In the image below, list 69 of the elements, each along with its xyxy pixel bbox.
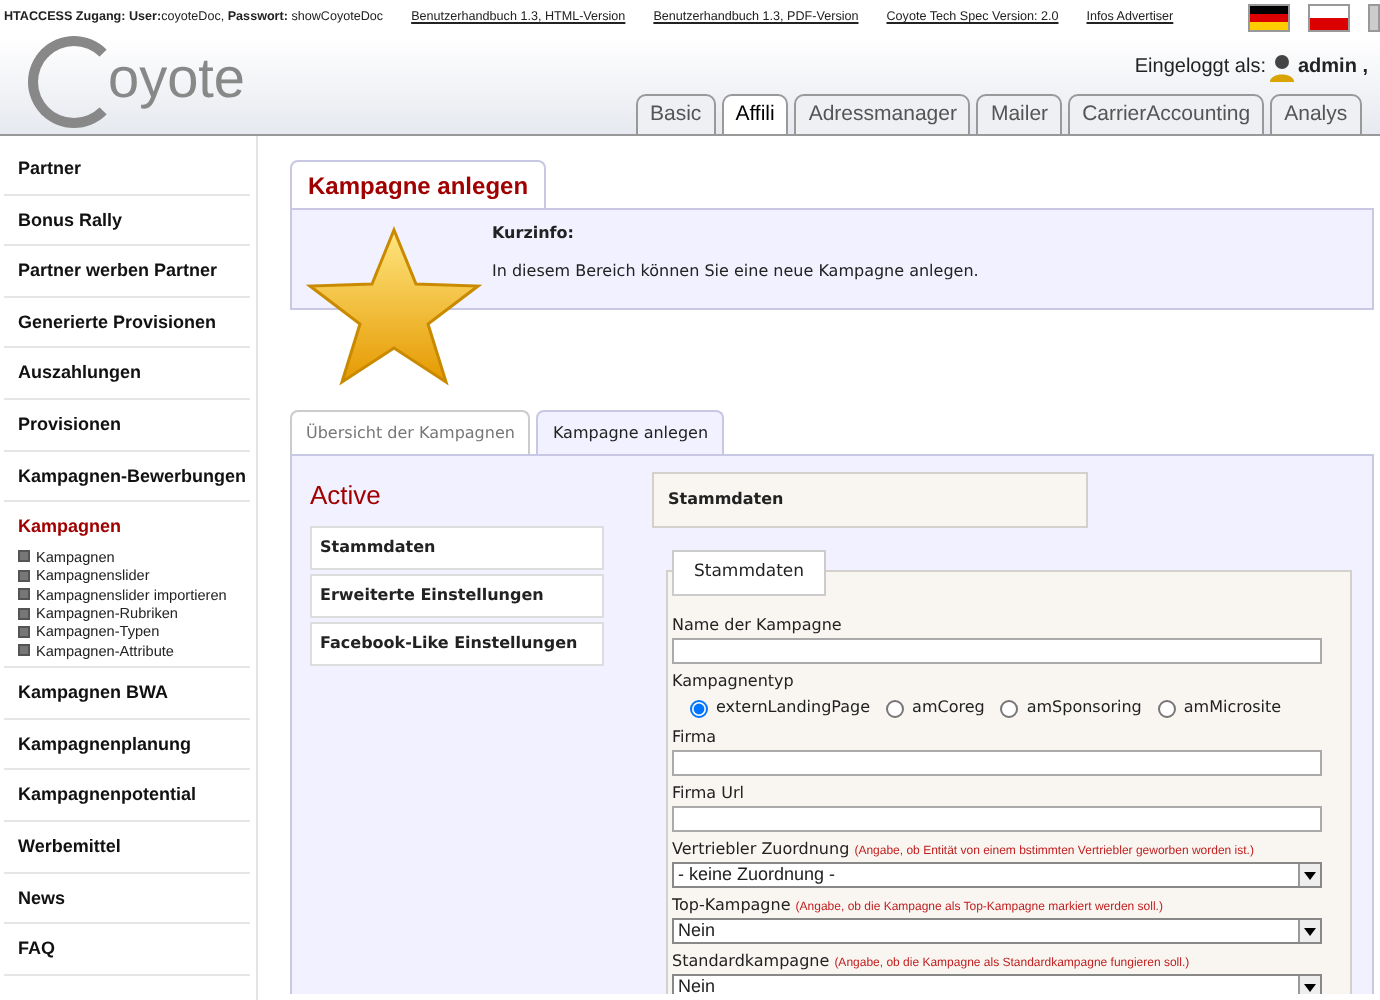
field-label: Firma <box>672 728 717 746</box>
sidebar-item[interactable]: Kampagnen <box>4 502 250 548</box>
sidebar-item[interactable]: Provisionen <box>4 399 250 452</box>
sidebar-item[interactable]: Kampagnenplanung <box>4 719 250 771</box>
select-value: Nein <box>678 976 716 994</box>
polish-flag-icon[interactable] <box>1308 4 1350 32</box>
german-flag-icon[interactable] <box>1248 4 1290 32</box>
sidebar-item[interactable]: Partner werben Partner <box>4 246 250 298</box>
text-field[interactable] <box>672 638 1322 664</box>
section-header: Stammdaten <box>652 472 1088 528</box>
sidebar-item[interactable]: Kampagnenpotential <box>4 770 250 822</box>
select-field[interactable]: - keine Zuordnung - <box>672 862 1322 888</box>
radio-button[interactable] <box>1157 699 1176 717</box>
text-field[interactable] <box>672 806 1322 832</box>
radio-button[interactable] <box>886 699 905 717</box>
checkbox-icon <box>18 644 30 657</box>
module-tab[interactable]: Affili <box>721 94 789 134</box>
caret-icon <box>1298 920 1320 942</box>
sidebar-item[interactable]: News <box>4 873 250 925</box>
select-value: - keine Zuordnung - <box>678 864 836 886</box>
radio-label: externLandingPage <box>716 696 871 720</box>
checkbox-icon <box>18 607 30 620</box>
info-text: In diesem Bereich können Sie eine neue Kampagne anlegen. <box>492 260 981 284</box>
field-label: Firma Url <box>672 784 744 802</box>
text-field[interactable] <box>672 750 1322 776</box>
field-label: Kampagnentyp <box>672 672 794 690</box>
module-tab[interactable]: Mailer <box>976 94 1063 134</box>
sidebar-item[interactable]: Werbemittel <box>4 821 250 874</box>
caret-icon <box>1298 864 1320 886</box>
status-heading: Active <box>310 478 383 514</box>
radio-label: amMicrosite <box>1183 696 1282 720</box>
module-tab[interactable]: Adressmanager <box>794 94 971 134</box>
sidebar-item[interactable]: Kampagnen-Bewerbungen <box>4 451 250 503</box>
sidebar-item[interactable]: Generierte Provisionen <box>4 297 250 349</box>
user-icon <box>1269 53 1294 81</box>
radio-label: amSponsoring <box>1026 696 1142 720</box>
radio-button[interactable] <box>1000 699 1019 717</box>
login-label: Eingeloggt als: <box>1134 54 1266 82</box>
section-menu-item[interactable]: Stammdaten <box>310 525 604 569</box>
select-value: Nein <box>678 920 716 942</box>
checkbox-icon <box>18 569 30 582</box>
field-label: Top-Kampagne <box>672 896 791 914</box>
fieldset-legend: Stammdaten <box>672 550 827 596</box>
radio-label: amCoreg <box>912 696 985 720</box>
checkbox-icon <box>18 550 30 563</box>
sub-tab[interactable]: Kampagne anlegen <box>536 410 725 454</box>
section-menu-item[interactable]: Erweiterte Einstellungen <box>310 573 604 617</box>
sidebar-item[interactable]: Kampagnen BWA <box>4 668 250 720</box>
radio-button[interactable] <box>690 699 708 717</box>
field-label: Standardkampagne <box>672 952 830 970</box>
sub-tab[interactable]: Übersicht der Kampagnen <box>290 410 531 454</box>
logo: oyote <box>28 36 245 128</box>
select-field[interactable]: Nein <box>672 974 1322 994</box>
section-menu-item[interactable]: Facebook-Like Einstellungen <box>310 621 604 665</box>
field-label: Vertriebler Zuordnung <box>672 840 850 858</box>
sidebar-item[interactable]: FAQ <box>4 924 250 976</box>
username: admin , <box>1297 54 1368 82</box>
sidebar-item[interactable]: Partner <box>4 144 250 196</box>
sidebar-item[interactable]: Bonus Rally <box>4 195 250 247</box>
module-tab[interactable]: Basic <box>636 94 716 134</box>
info-title: Kurzinfo: <box>492 222 576 246</box>
sidebar-item[interactable]: Auszahlungen <box>4 348 250 400</box>
checkbox-icon <box>18 588 30 601</box>
module-tab[interactable]: Analys <box>1270 94 1362 134</box>
star-icon <box>302 226 486 386</box>
select-field[interactable]: Nein <box>672 918 1322 944</box>
checkbox-icon <box>18 626 30 639</box>
field-label: Name der Kampagne <box>672 616 842 634</box>
module-tab[interactable]: CarrierAccounting <box>1068 94 1265 134</box>
